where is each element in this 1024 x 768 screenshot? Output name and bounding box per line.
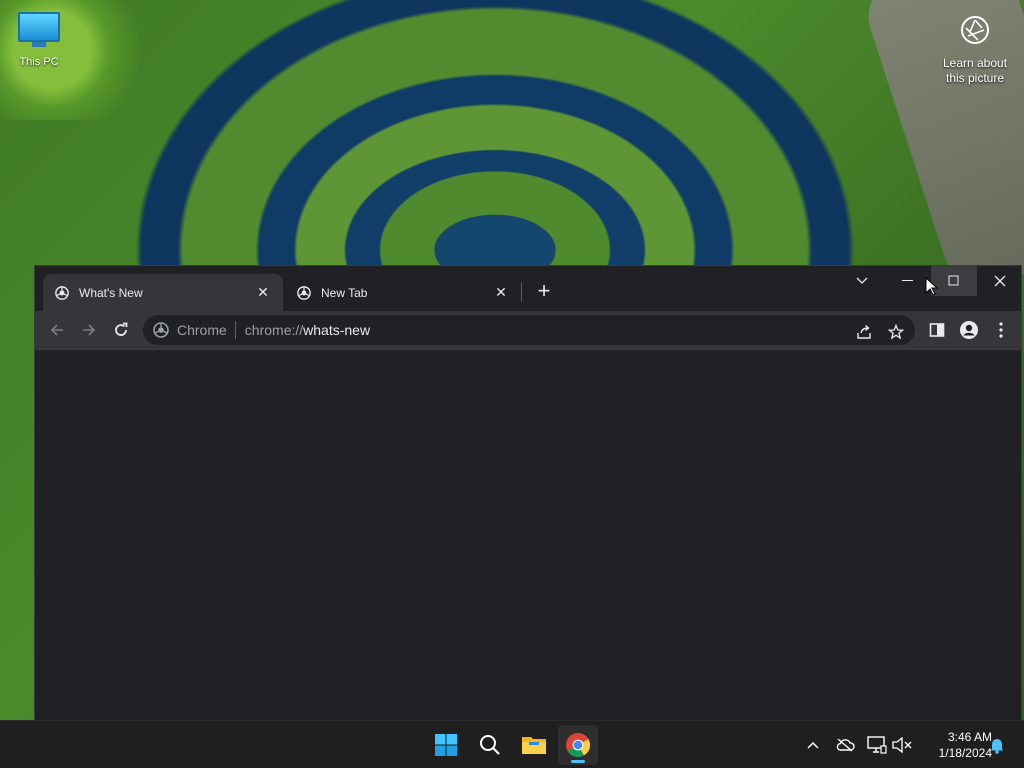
tab-search-button[interactable] [839, 266, 885, 296]
share-icon [857, 324, 871, 339]
chrome-favicon-icon [297, 285, 311, 300]
onedrive-tray-button[interactable] [833, 733, 857, 757]
chrome-window: What's New ✕ New Tab ✕ + Chrome chrome:/… [34, 265, 1022, 722]
minimize-icon [902, 280, 913, 281]
reload-button[interactable] [107, 316, 135, 344]
tab-separator [521, 282, 522, 302]
arrow-left-icon [50, 324, 63, 336]
close-window-button[interactable] [977, 266, 1023, 296]
volume-muted-icon [892, 737, 912, 753]
clock[interactable]: 3:46 AM 1/18/2024 [916, 729, 992, 761]
site-chip: Chrome [177, 321, 236, 339]
browser-toolbar: Chrome chrome://whats-new [35, 311, 1021, 349]
profile-button[interactable] [955, 316, 983, 344]
close-icon[interactable]: ✕ [493, 284, 509, 301]
search-button[interactable] [470, 725, 510, 765]
mouse-cursor-icon [925, 277, 939, 296]
profile-avatar-icon [960, 321, 978, 339]
chevron-up-icon [807, 741, 819, 749]
tab-strip: What's New ✕ New Tab ✕ + [35, 266, 1021, 311]
menu-button[interactable] [987, 316, 1015, 344]
camera-lens-icon [961, 16, 989, 44]
more-vertical-icon [999, 322, 1003, 338]
volume-tray-button[interactable] [890, 733, 914, 757]
bell-icon [990, 739, 1004, 754]
cloud-offline-icon [836, 738, 855, 752]
taskbar: 3:46 AM 1/18/2024 [0, 720, 1024, 768]
learn-about-picture-label: Learn about this picture [942, 56, 1008, 85]
this-pc-label: This PC [19, 56, 59, 68]
clock-time: 3:46 AM [947, 730, 992, 744]
share-button[interactable] [853, 321, 875, 343]
clock-date: 1/18/2024 [938, 746, 992, 760]
network-tray-button[interactable] [865, 733, 889, 757]
monitor-icon [18, 12, 60, 42]
windows-start-icon [435, 734, 457, 756]
chrome-favicon-icon [55, 285, 69, 300]
active-app-indicator [571, 760, 585, 763]
chrome-site-icon [153, 322, 169, 338]
arrow-right-icon [83, 324, 96, 336]
chevron-down-icon [856, 277, 868, 284]
show-hidden-icons-button[interactable] [801, 733, 825, 757]
search-icon [480, 735, 500, 755]
start-button[interactable] [426, 725, 466, 765]
maximize-icon [948, 275, 959, 286]
url-text: chrome://whats-new [244, 322, 371, 338]
chrome-icon [566, 733, 590, 758]
learn-about-picture-desktop-icon[interactable]: Learn about this picture [936, 12, 1014, 86]
chrome-taskbar-button[interactable] [558, 725, 598, 765]
folder-icon [522, 737, 546, 754]
close-icon[interactable]: ✕ [255, 284, 271, 301]
tab-title: What's New [79, 285, 143, 300]
notifications-button[interactable] [985, 733, 1009, 757]
address-bar[interactable]: Chrome chrome://whats-new [143, 315, 915, 345]
tab-title: New Tab [321, 285, 368, 300]
tab-new-tab[interactable]: New Tab ✕ [285, 274, 521, 311]
page-content [35, 349, 1021, 722]
side-panel-icon [929, 323, 945, 337]
forward-button[interactable] [75, 316, 103, 344]
network-ethernet-icon [867, 736, 887, 754]
side-panel-button[interactable] [923, 316, 951, 344]
star-icon [888, 324, 904, 340]
file-explorer-button[interactable] [514, 725, 554, 765]
close-icon [994, 275, 1006, 287]
back-button[interactable] [43, 316, 71, 344]
bookmark-button[interactable] [885, 321, 907, 343]
this-pc-desktop-icon[interactable]: This PC [8, 8, 70, 69]
reload-icon [115, 322, 128, 336]
new-tab-button[interactable]: + [531, 279, 557, 305]
tab-whats-new[interactable]: What's New ✕ [43, 274, 283, 311]
